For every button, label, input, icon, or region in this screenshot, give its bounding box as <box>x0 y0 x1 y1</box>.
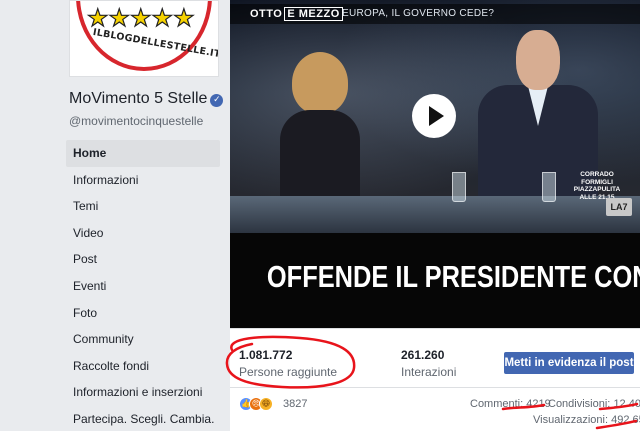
shares-value: 12.401 <box>613 398 640 410</box>
sidebar: ★★★★★ ILBLOGDELLESTELLE.IT MoVimento 5 S… <box>0 0 230 431</box>
post-insights: 1.081.772 Persone raggiunte 261.260 Inte… <box>230 328 640 431</box>
comments-label: Commenti: <box>470 398 524 410</box>
video-headline: OFFENDE IL PRESIDENTE CONTE <box>266 259 640 294</box>
views-label: Visualizzazioni: <box>533 414 609 426</box>
studio-desk <box>230 196 640 233</box>
reach-label[interactable]: Persone raggiunte <box>239 365 337 379</box>
reactions-count: 3827 <box>283 398 308 410</box>
page-handle[interactable]: @movimentocinquestelle <box>69 114 203 128</box>
page-nav: Home Informazioni Temi Video Post Eventi… <box>66 140 220 431</box>
video-frame: OTTO E MEZZO EUROPA, IL GOVERNO CEDE? COR… <box>230 0 640 233</box>
show-name-a: OTTO <box>250 8 283 20</box>
boost-post-button[interactable]: Metti in evidenza il post <box>504 352 634 374</box>
profile-picture[interactable]: ★★★★★ ILBLOGDELLESTELLE.IT <box>69 0 219 77</box>
sidebar-item-home[interactable]: Home <box>66 140 220 167</box>
sidebar-item-foto[interactable]: Foto <box>66 300 220 327</box>
show-name: OTTO E MEZZO <box>250 7 343 21</box>
sidebar-item-raccolte-fondi[interactable]: Raccolte fondi <box>66 353 220 380</box>
verified-badge-icon: ✓ <box>210 94 224 107</box>
presenter-hair <box>292 52 348 114</box>
views-value: 492.650 <box>611 414 640 426</box>
glass-right <box>542 172 556 202</box>
reach-value: 1.081.772 <box>239 348 293 362</box>
interactions-label[interactable]: Interazioni <box>401 365 456 379</box>
sidebar-item-informazioni[interactable]: Informazioni <box>66 167 220 194</box>
divider <box>230 387 640 388</box>
shares-count[interactable]: Condivisioni: 12.401 <box>548 398 640 410</box>
sidebar-item-informazioni-inserzioni[interactable]: Informazioni e inserzioni <box>66 379 220 406</box>
sidebar-item-partecipa[interactable]: Partecipa. Scegli. Cambia. <box>66 406 220 431</box>
sidebar-item-eventi[interactable]: Eventi <box>66 273 220 300</box>
glass-left <box>452 172 466 202</box>
haha-reaction-icon: 😆 <box>259 397 273 411</box>
interactions-value: 261.260 <box>401 348 445 362</box>
show-name-b: E MEZZO <box>284 7 343 21</box>
channel-logo: LA7 <box>606 198 632 216</box>
comments-count[interactable]: Commenti: 4219 <box>470 398 551 410</box>
page-name[interactable]: MoVimento 5 Stelle ✓ <box>69 90 224 108</box>
shares-label: Condivisioni: <box>548 398 611 410</box>
play-icon[interactable] <box>412 94 456 138</box>
lower-caption: CORRADO FORMIGLI PIAZZAPULITA ALLE 21.15 <box>573 171 621 201</box>
show-topic: EUROPA, IL GOVERNO CEDE? <box>342 8 495 19</box>
video-player[interactable]: OTTO E MEZZO EUROPA, IL GOVERNO CEDE? COR… <box>230 0 640 328</box>
guest-head <box>516 30 560 90</box>
page-name-text: MoVimento 5 Stelle <box>69 90 208 107</box>
sidebar-item-community[interactable]: Community <box>66 326 220 353</box>
sidebar-item-temi[interactable]: Temi <box>66 193 220 220</box>
sidebar-item-post[interactable]: Post <box>66 246 220 273</box>
views-count[interactable]: Visualizzazioni: 492.650 <box>533 414 640 426</box>
sidebar-item-video[interactable]: Video <box>66 220 220 247</box>
